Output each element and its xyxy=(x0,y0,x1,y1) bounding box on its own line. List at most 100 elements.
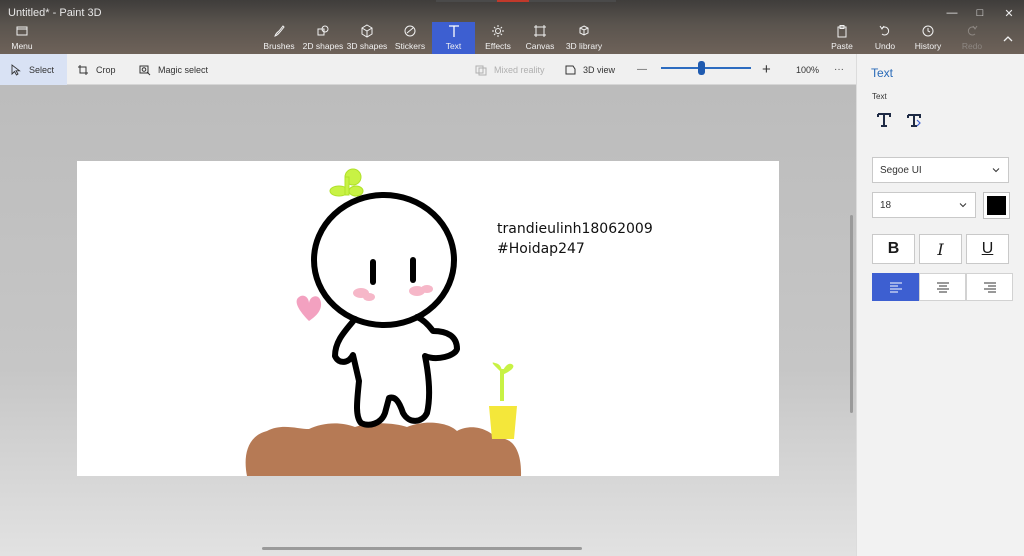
menu-button[interactable]: Menu xyxy=(6,22,38,54)
cube-icon xyxy=(361,24,373,38)
font-family-select[interactable]: Segoe UI xyxy=(872,157,1009,183)
select-label: Select xyxy=(29,64,55,75)
undo-button[interactable]: Undo xyxy=(872,22,898,54)
zoom-in-button[interactable]: + xyxy=(762,54,771,85)
chevron-down-icon xyxy=(959,203,967,208)
tool-canvas[interactable]: Canvas xyxy=(524,22,556,54)
sprout-sticker xyxy=(329,168,364,197)
zoom-out-button[interactable]: — xyxy=(637,54,647,85)
panel-subtitle: Text xyxy=(872,92,887,101)
tool-2d-shapes[interactable]: 2D shapes xyxy=(302,22,344,54)
horizontal-scrollbar[interactable] xyxy=(262,547,582,550)
paste-label: Paste xyxy=(831,41,853,51)
3d-text-tool[interactable] xyxy=(902,108,926,132)
crop-icon xyxy=(78,64,88,75)
magic-select-label: Magic select xyxy=(158,64,209,75)
canvas-text-line: trandieulinh18062009 xyxy=(497,221,653,237)
align-left-icon xyxy=(889,282,902,293)
font-size-value: 18 xyxy=(880,199,892,211)
minimize-button[interactable]: — xyxy=(938,4,966,22)
close-button[interactable]: ✕ xyxy=(995,4,1023,22)
tool-label: Stickers xyxy=(394,41,426,51)
history-icon xyxy=(922,25,934,37)
library-icon xyxy=(579,25,589,36)
redo-button[interactable]: Redo xyxy=(959,22,985,54)
tool-label: 3D shapes xyxy=(346,41,388,51)
text-properties-panel: Text Text Segoe UI 18 B I U xyxy=(856,54,1024,556)
3d-view-button[interactable]: 3D view xyxy=(564,54,615,85)
align-right-icon xyxy=(983,282,996,293)
tool-stickers[interactable]: Stickers xyxy=(392,22,428,54)
sun-icon xyxy=(492,25,504,37)
chevron-up-icon xyxy=(1003,36,1013,42)
text-icon xyxy=(448,25,459,37)
align-left-button[interactable] xyxy=(872,273,919,301)
3d-text-icon xyxy=(907,114,921,127)
bold-button[interactable]: B xyxy=(872,234,915,264)
heart-sticker xyxy=(296,295,322,321)
align-right-button[interactable] xyxy=(966,273,1013,301)
tool-3d-library[interactable]: 3D library xyxy=(565,22,603,54)
canvas-icon xyxy=(534,25,546,37)
3d-view-label: 3D view xyxy=(583,64,616,75)
mixed-reality-label: Mixed reality xyxy=(494,64,545,75)
history-button[interactable]: History xyxy=(912,22,944,54)
tool-label: 2D shapes xyxy=(302,41,344,51)
align-center-button[interactable] xyxy=(919,273,966,301)
magic-select-tool[interactable]: Magic select xyxy=(139,54,208,85)
selection-toolbar: Select Crop Magic select Mixed reality 3… xyxy=(0,54,856,85)
crop-label: Crop xyxy=(96,64,116,75)
drawing-canvas[interactable]: trandieulinh18062009 #Hoidap247 xyxy=(77,161,779,476)
tool-brushes[interactable]: Brushes xyxy=(262,22,296,54)
redo-icon xyxy=(967,25,978,36)
brush-icon xyxy=(274,25,285,37)
tool-label: Brushes xyxy=(263,41,295,51)
window-title: Untitled* - Paint 3D xyxy=(8,7,102,19)
canvas-text-line: #Hoidap247 xyxy=(497,241,585,257)
zoom-slider-track[interactable] xyxy=(661,67,751,69)
more-options-button[interactable]: ··· xyxy=(834,54,844,85)
mixed-reality-button[interactable]: Mixed reality xyxy=(475,54,545,85)
tool-3d-shapes[interactable]: 3D shapes xyxy=(346,22,388,54)
app-toolbar: Untitled* - Paint 3D — □ ✕ Menu Brushes … xyxy=(0,0,1024,54)
underline-button[interactable]: U xyxy=(966,234,1009,264)
tool-label: Text xyxy=(445,41,462,51)
left-eye xyxy=(370,259,376,285)
select-tool[interactable]: Select xyxy=(0,54,67,85)
2d-text-tool[interactable] xyxy=(872,108,896,132)
canvas-text-box[interactable]: trandieulinh18062009 #Hoidap247 xyxy=(497,219,653,259)
tool-label: Canvas xyxy=(525,41,555,51)
undo-icon xyxy=(879,25,890,36)
title-accent-red xyxy=(497,0,529,2)
text-color-picker[interactable] xyxy=(983,192,1010,219)
maximize-button[interactable]: □ xyxy=(966,4,994,22)
folder-icon xyxy=(16,26,28,36)
crop-tool[interactable]: Crop xyxy=(77,54,116,85)
magic-select-icon xyxy=(139,65,151,75)
sticker-icon xyxy=(404,25,416,37)
align-center-icon xyxy=(936,282,949,293)
clipboard-icon xyxy=(837,25,847,38)
2d-text-icon xyxy=(877,113,891,127)
paste-button[interactable]: Paste xyxy=(828,22,856,54)
vertical-scrollbar[interactable] xyxy=(850,215,853,413)
shapes-2d-icon xyxy=(317,25,329,36)
redo-label: Redo xyxy=(961,41,983,51)
drawing xyxy=(245,168,522,476)
tool-text[interactable]: Text xyxy=(432,22,475,54)
character xyxy=(311,192,460,428)
mixed-reality-icon xyxy=(475,65,487,75)
zoom-level[interactable]: 100% xyxy=(796,54,819,85)
font-family-value: Segoe UI xyxy=(880,164,922,176)
italic-button[interactable]: I xyxy=(919,234,962,264)
menu-label: Menu xyxy=(11,41,33,51)
potted-sprout xyxy=(489,362,517,439)
3d-view-icon xyxy=(565,65,576,74)
tool-label: 3D library xyxy=(565,41,603,51)
cursor-icon xyxy=(11,63,21,76)
blush xyxy=(353,285,433,301)
soil-mound xyxy=(245,422,522,476)
zoom-slider-thumb[interactable] xyxy=(698,61,705,75)
tool-effects[interactable]: Effects xyxy=(482,22,514,54)
font-size-select[interactable]: 18 xyxy=(872,192,976,218)
